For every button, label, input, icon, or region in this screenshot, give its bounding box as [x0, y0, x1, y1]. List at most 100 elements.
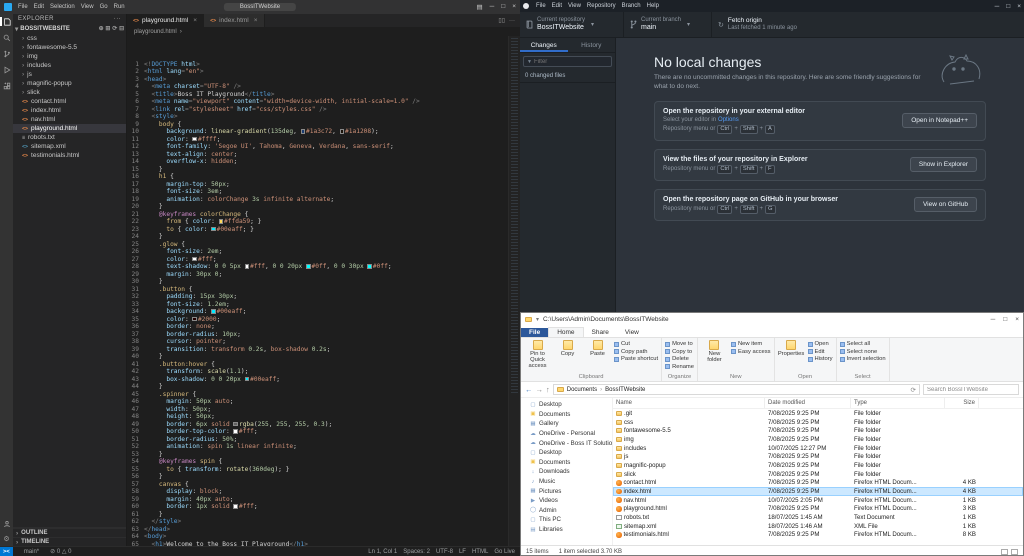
source-control-icon[interactable] [2, 49, 11, 58]
file-row-robots-txt[interactable]: robots.txt 18/07/2025 1:45 AM Text Documen… [613, 513, 1023, 522]
ribbon-select-all-button[interactable]: Select all [839, 341, 886, 347]
editor-tab-playground-html[interactable]: <> playground.html × [127, 14, 205, 27]
customize-icon[interactable]: ▾ [536, 316, 539, 323]
tab-history[interactable]: History [568, 38, 616, 52]
column-header-size[interactable]: Size [945, 398, 979, 408]
ribbon-paste-button[interactable]: Paste [584, 340, 611, 357]
explorer-item-playground-html[interactable]: <> playground.html [13, 124, 126, 133]
close-tab-icon[interactable]: × [254, 17, 258, 24]
ribbon-tab-share[interactable]: Share [584, 328, 617, 337]
explorer-item-index-html[interactable]: <> index.html [13, 106, 126, 115]
nav-item-onedrive-boss-it-solutions[interactable]: ☁ OneDrive - Boss IT Solutions [521, 438, 612, 448]
ribbon-paste-shortcut-button[interactable]: Paste shortcut [614, 356, 658, 362]
nav-item-this-pc[interactable]: ▢ This PC [521, 515, 612, 525]
menu-item-go[interactable]: Go [97, 4, 111, 10]
back-button[interactable]: ← [525, 385, 533, 394]
status-utf-8[interactable]: UTF-8 [436, 549, 453, 555]
explorer-item-nav-html[interactable]: <> nav.html [13, 115, 126, 124]
collapse-all-icon[interactable]: ⊟ [119, 26, 124, 32]
ribbon-tab-home[interactable]: Home [548, 327, 584, 337]
file-row-contact-html[interactable]: contact.html 7/08/2025 9:25 PM Firefox HTM… [613, 479, 1023, 488]
nav-item-desktop[interactable]: ▢ Desktop [521, 448, 612, 458]
branch-selector[interactable]: Current branch main ▾ [624, 12, 712, 37]
explorer-item-slick[interactable]: › slick [13, 88, 126, 97]
explorer-item-js[interactable]: › js [13, 70, 126, 79]
close-tab-icon[interactable]: × [193, 17, 197, 24]
breadcrumb-file[interactable]: playground.html [134, 29, 177, 35]
explorer-item-img[interactable]: › img [13, 52, 126, 61]
explorer-item-includes[interactable]: › includes [13, 61, 126, 70]
tab-changes[interactable]: Changes [520, 38, 568, 52]
project-root[interactable]: ▾ BOSSITWEBSITE ⊕ ⊞ ⟳ ⊟ [13, 24, 126, 34]
details-view-icon[interactable] [1001, 548, 1008, 555]
close-button[interactable]: × [1017, 3, 1021, 10]
column-header-name[interactable]: Name [613, 398, 765, 408]
ribbon-tab-view[interactable]: View [617, 328, 647, 337]
options-link[interactable]: Options [718, 117, 739, 123]
thumbnails-view-icon[interactable] [1011, 548, 1018, 555]
status-ln-1-col-1[interactable]: Ln 1, Col 1 [368, 549, 397, 555]
explorer-item-robots-txt[interactable]: ≡ robots.txt [13, 133, 126, 142]
ribbon-cut-button[interactable]: Cut [614, 341, 658, 347]
ribbon-copy-path-button[interactable]: Copy path [614, 349, 658, 355]
more-actions-icon[interactable]: ··· [114, 16, 121, 22]
nav-item-videos[interactable]: ▶ Videos [521, 496, 612, 506]
status-spaces-2[interactable]: Spaces: 2 [403, 549, 430, 555]
nav-item-onedrive-personal[interactable]: ☁ OneDrive - Personal [521, 429, 612, 439]
explorer-item-testimonials-html[interactable]: <> testimonials.html [13, 151, 126, 160]
file-row-testimonials-html[interactable]: testimonials.html 7/08/2025 9:25 PM Firefo… [613, 531, 1023, 540]
nav-item-libraries[interactable]: ▤ Libraries [521, 525, 612, 535]
ribbon-copy-button[interactable]: Copy [554, 340, 581, 357]
search-icon[interactable] [2, 33, 11, 42]
panel-timeline[interactable]: › TIMELINE [13, 537, 126, 546]
nav-item-gallery[interactable]: ▦ Gallery [521, 419, 612, 429]
code-editor[interactable]: 1 <!DOCTYPE html> 2 <html lang="en"> 3 <head>… [127, 36, 520, 546]
remote-indicator[interactable]: >< [0, 547, 13, 556]
file-row-slick[interactable]: slick 7/08/2025 9:25 PM File folder [613, 470, 1023, 479]
menu-item-file[interactable]: File [533, 3, 549, 9]
minimize-button[interactable]: ─ [490, 3, 495, 11]
ribbon-copy-to-button[interactable]: Copy to [665, 349, 694, 355]
nav-item-admin[interactable]: ◯ Admin [521, 506, 612, 516]
status-go-live[interactable]: Go Live [494, 549, 515, 555]
nav-item-downloads[interactable]: ↓ Downloads [521, 467, 612, 477]
ribbon-rename-button[interactable]: Rename [665, 364, 694, 370]
close-button[interactable]: × [512, 3, 516, 11]
file-row-css[interactable]: css 7/08/2025 9:25 PM File folder [613, 418, 1023, 427]
repository-selector[interactable]: Current repository BossITWebsite ▾ [520, 12, 624, 37]
maximize-button[interactable]: □ [501, 3, 505, 11]
menu-item-view[interactable]: View [565, 3, 584, 9]
column-header-type[interactable]: Type [851, 398, 945, 408]
file-row-git[interactable]: .git 7/08/2025 9:25 PM File folder [613, 409, 1023, 418]
status-html[interactable]: HTML [472, 549, 488, 555]
file-row-index-html[interactable]: index.html 7/08/2025 9:25 PM Firefox HTML … [613, 487, 1023, 496]
menu-item-repository[interactable]: Repository [584, 3, 619, 9]
new-folder-icon[interactable]: ⊞ [105, 26, 110, 32]
file-row-fontawesome-5-5[interactable]: fontawesome-5.5 7/08/2025 9:25 PM File fol… [613, 426, 1023, 435]
more-icon[interactable]: ··· [509, 18, 515, 24]
view-on-github-button[interactable]: View on GitHub [913, 197, 977, 212]
file-row-nav-html[interactable]: nav.html 10/07/2025 2:05 PM Firefox HTML D… [613, 496, 1023, 505]
maximize-button[interactable]: □ [1003, 316, 1007, 323]
explorer-icon[interactable] [2, 17, 11, 26]
open-in-notepad-button[interactable]: Open in Notepad++ [902, 113, 977, 129]
explorer-item-magnific-popup[interactable]: › magnific-popup [13, 79, 126, 88]
explorer-item-fontawesome-5-5[interactable]: › fontawesome-5.5 [13, 43, 126, 52]
errors-indicator[interactable]: ⊘ 0 △ 0 [50, 548, 71, 555]
settings-gear-icon[interactable]: ⚙ [2, 534, 11, 543]
breadcrumb-box[interactable]: Documents › BossITWebsite ⟳ [552, 384, 920, 395]
menu-item-file[interactable]: File [15, 4, 31, 10]
file-row-magnific-popup[interactable]: magnific-popup 7/08/2025 9:25 PM File fold… [613, 461, 1023, 470]
nav-item-documents[interactable]: ▣ Documents [521, 410, 612, 420]
ribbon-invert-selection-button[interactable]: Invert selection [839, 356, 886, 362]
menu-item-view[interactable]: View [78, 4, 97, 10]
filter-box[interactable]: ▼ [523, 56, 612, 67]
menu-item-help[interactable]: Help [644, 3, 662, 9]
command-center[interactable]: BossITWebsite [223, 3, 297, 11]
ribbon-pin-to-quick-access-button[interactable]: Pin to Quick access [524, 340, 551, 369]
nav-item-music[interactable]: ♪ Music [521, 477, 612, 487]
nav-item-pictures[interactable]: ▦ Pictures [521, 486, 612, 496]
ribbon-new-item-button[interactable]: New item [730, 341, 771, 347]
file-row-js[interactable]: js 7/08/2025 9:25 PM File folder [613, 452, 1023, 461]
branch-indicator[interactable]: main* [24, 549, 39, 555]
